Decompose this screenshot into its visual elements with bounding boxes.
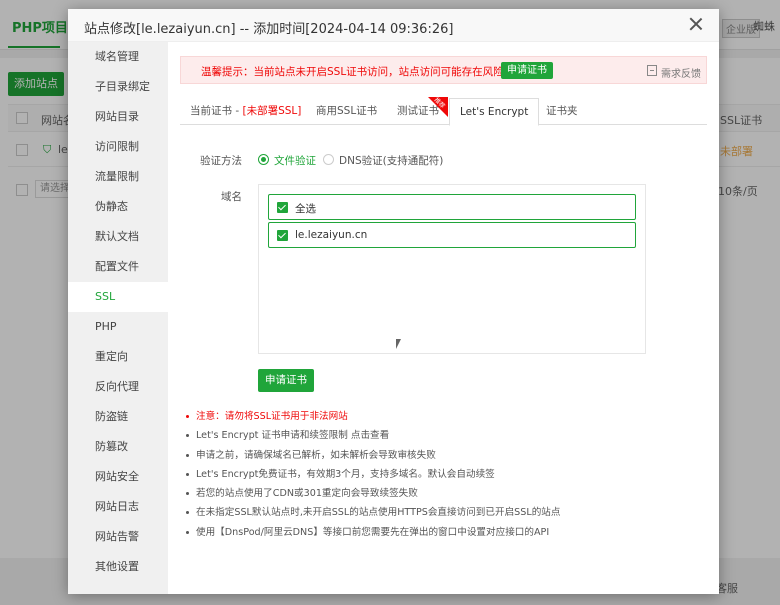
sidebar-item-php[interactable]: PHP	[68, 312, 168, 342]
sidebar-item-tamper-proof[interactable]: 防篡改	[68, 432, 168, 462]
list-item: 若您的站点使用了CDN或301重定向会导致续签失败	[186, 484, 706, 503]
modal-title: 站点修改[le.lezaiyun.cn] -- 添加时间[2024-04-14 …	[84, 22, 454, 37]
domain-label: 域名	[221, 191, 242, 203]
feedback-link[interactable]: 需求反馈	[661, 65, 701, 80]
list-item[interactable]: le.lezaiyun.cn	[268, 222, 636, 248]
list-item: 注意：请勿将SSL证书用于非法网站	[186, 407, 706, 426]
mouse-cursor-icon	[396, 339, 401, 349]
tab-current-cert[interactable]: 当前证书 - [未部署SSL]	[180, 98, 311, 125]
sidebar-item-site-security[interactable]: 网站安全	[68, 462, 168, 492]
tab-current-cert-status: [未部署SSL]	[242, 105, 302, 117]
list-item: Let's Encrypt免费证书，有效期3个月，支持多域名。默认会自动续签	[186, 465, 706, 484]
sidebar-item-site-alert[interactable]: 网站告警	[68, 522, 168, 552]
radio-file-verify-label[interactable]: 文件验证	[274, 153, 316, 168]
tab-current-cert-prefix: 当前证书 -	[190, 105, 243, 117]
radio-file-verify[interactable]	[258, 154, 269, 165]
select-all-row[interactable]: 全选	[268, 194, 636, 220]
ssl-warning-notice: 温馨提示：当前站点未开启SSL证书访问，站点访问可能存在风险。 申请证书 需求反…	[180, 56, 707, 84]
sidebar-item-other-settings[interactable]: 其他设置	[68, 552, 168, 582]
sidebar-item-subdir[interactable]: 子目录绑定	[68, 72, 168, 102]
notice-text: 温馨提示：当前站点未开启SSL证书访问，站点访问可能存在风险。	[201, 66, 515, 78]
sidebar-item-traffic-limit[interactable]: 流量限制	[68, 162, 168, 192]
sidebar-item-config-file[interactable]: 配置文件	[68, 252, 168, 282]
notice-apply-cert-button[interactable]: 申请证书	[501, 62, 553, 79]
sidebar-item-hotlink[interactable]: 防盗链	[68, 402, 168, 432]
domain-list-box: 全选 le.lezaiyun.cn	[258, 184, 646, 354]
select-all-checkbox[interactable]	[277, 202, 288, 213]
sidebar-item-site-dir[interactable]: 网站目录	[68, 102, 168, 132]
sidebar-item-site-log[interactable]: 网站日志	[68, 492, 168, 522]
sidebar-item-domain[interactable]: 域名管理	[68, 42, 168, 72]
sidebar-item-redirect[interactable]: 重定向	[68, 342, 168, 372]
sidebar-item-default-doc[interactable]: 默认文档	[68, 222, 168, 252]
list-item: 在未指定SSL默认站点时,未开启SSL的站点使用HTTPS会直接访问到已开启SS…	[186, 503, 706, 522]
modal-header: 站点修改[le.lezaiyun.cn] -- 添加时间[2024-04-14 …	[68, 9, 719, 42]
list-item: 申请之前，请确保域名已解析，如未解析会导致审核失败	[186, 446, 706, 465]
modal-sidebar: 域名管理 子目录绑定 网站目录 访问限制 流量限制 伪静态 默认文档 配置文件 …	[68, 42, 168, 594]
list-item[interactable]: Let's Encrypt 证书申请和续签限制 点击查看	[186, 426, 706, 445]
tab-lets-encrypt[interactable]: Let's Encrypt	[449, 98, 540, 126]
tab-commercial-ssl[interactable]: 商用SSL证书	[306, 98, 387, 125]
domain-name: le.lezaiyun.cn	[295, 229, 368, 241]
sidebar-item-reverse-proxy[interactable]: 反向代理	[68, 372, 168, 402]
tab-cert-folder[interactable]: 证书夹	[536, 98, 588, 125]
sidebar-item-access-limit[interactable]: 访问限制	[68, 132, 168, 162]
select-all-label: 全选	[295, 203, 316, 215]
edit-icon[interactable]	[647, 65, 657, 76]
verify-method-label: 验证方法	[200, 155, 242, 167]
list-item: 使用【DnsPod/阿里云DNS】等接口前您需要先在弹出的窗口中设置对应接口的A…	[186, 523, 706, 542]
radio-dns-verify-label[interactable]: DNS验证(支持通配符)	[339, 153, 443, 168]
sidebar-item-rewrite[interactable]: 伪静态	[68, 192, 168, 222]
radio-dns-verify[interactable]	[323, 154, 334, 165]
tips-list: 注意：请勿将SSL证书用于非法网站 Let's Encrypt 证书申请和续签限…	[186, 407, 706, 542]
close-icon[interactable]	[689, 17, 703, 31]
sidebar-item-ssl[interactable]: SSL	[68, 282, 168, 312]
domain-checkbox[interactable]	[277, 230, 288, 241]
ssl-content: 温馨提示：当前站点未开启SSL证书访问，站点访问可能存在风险。 申请证书 需求反…	[168, 42, 719, 594]
apply-cert-button[interactable]: 申请证书	[258, 369, 314, 392]
site-edit-modal: 站点修改[le.lezaiyun.cn] -- 添加时间[2024-04-14 …	[68, 9, 719, 594]
